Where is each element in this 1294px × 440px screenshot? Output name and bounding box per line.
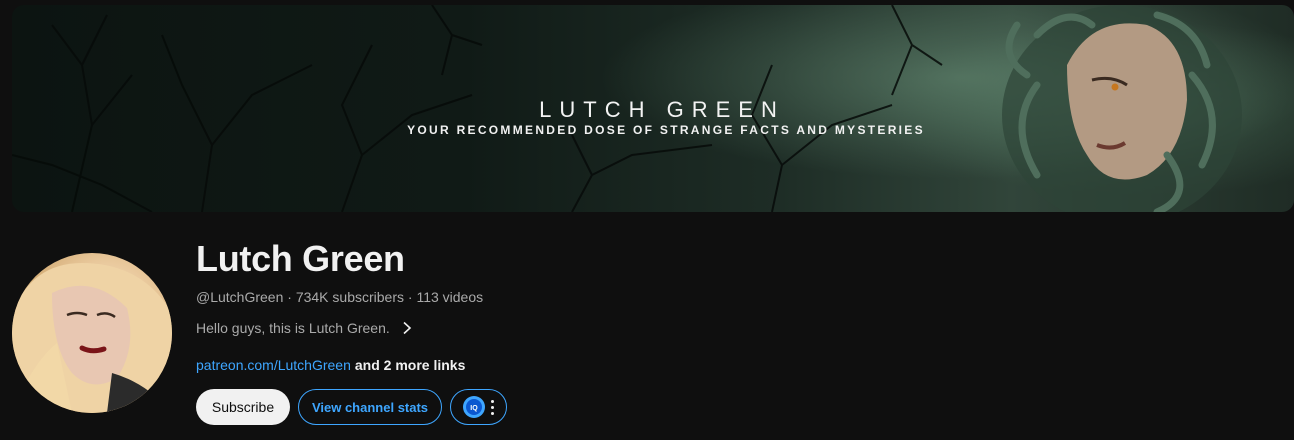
meta-separator: · [287,289,292,305]
channel-description[interactable]: Hello guys, this is Lutch Green. [196,320,414,336]
more-links-button[interactable]: and 2 more links [355,357,465,373]
subscribe-button[interactable]: Subscribe [196,389,290,425]
banner-title: LUTCH GREEN [539,97,785,122]
channel-meta: @LutchGreen · 734K subscribers · 113 vid… [196,289,483,305]
channel-actions: Subscribe View channel stats IQ [196,389,507,425]
extension-logo-text: IQ [470,405,478,412]
channel-banner: LUTCH GREEN YOUR RECOMMENDED DOSE OF STR… [12,5,1294,212]
avatar-portrait [12,263,172,413]
banner-tagline: YOUR RECOMMENDED DOSE OF STRANGE FACTS A… [407,123,925,137]
view-channel-stats-button[interactable]: View channel stats [298,389,442,425]
meta-separator: · [407,289,413,305]
extension-menu-button[interactable]: IQ [450,389,507,425]
more-options-icon [491,399,494,415]
patreon-link[interactable]: patreon.com/LutchGreen [196,357,351,373]
subscriber-count: 734K subscribers [295,289,404,305]
extension-logo-icon: IQ [463,396,485,418]
description-text: Hello guys, this is Lutch Green. [196,320,390,336]
chevron-right-icon [403,321,411,335]
channel-avatar [12,253,172,413]
video-count: 113 videos [416,289,484,305]
channel-name: Lutch Green [196,238,405,279]
channel-handle[interactable]: @LutchGreen [196,289,283,305]
channel-links: patreon.com/LutchGreen and 2 more links [196,357,465,373]
